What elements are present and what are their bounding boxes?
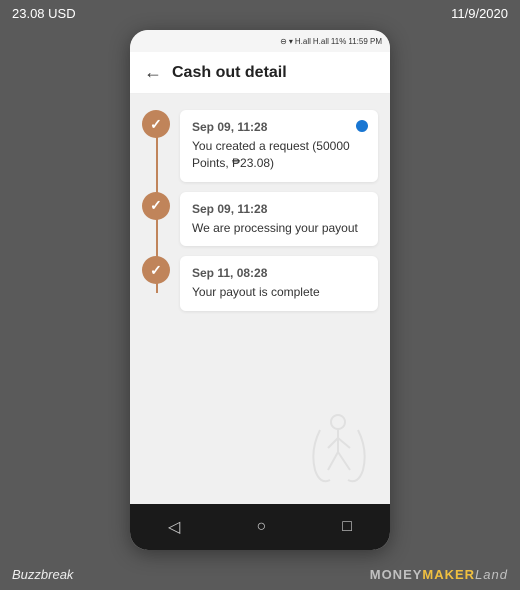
moneymaker-label: MONEYMAKERLand: [370, 567, 508, 582]
overlay-date: 11/9/2020: [451, 6, 508, 21]
status-bar: ⊖ ▾ H.all H.all 11% 11:59 PM: [130, 30, 390, 52]
page-title: Cash out detail: [172, 64, 287, 82]
timeline-dot-2: ✓: [142, 192, 170, 220]
timeline-item-1: ✓ Sep 09, 11:28 You created a request (5…: [142, 110, 378, 182]
timeline-item-3: ✓ Sep 11, 08:28 Your payout is complete: [142, 256, 378, 311]
nav-bar: ◁ ○ □: [130, 504, 390, 550]
battery-icon: 11%: [331, 37, 346, 46]
card-text-1: You created a request (50000Points, ₱23.…: [192, 138, 366, 172]
nav-home-button[interactable]: ○: [256, 518, 266, 536]
money-text: MONEY: [370, 567, 423, 582]
timeline: ✓ Sep 09, 11:28 You created a request (5…: [142, 110, 378, 311]
bottom-labels: Buzzbreak MONEYMAKERLand: [0, 563, 520, 586]
signal-icon2: H.all: [313, 37, 329, 46]
back-button[interactable]: ←: [144, 62, 162, 83]
card-text-2: We are processing your payout: [192, 220, 366, 237]
watermark: [300, 410, 380, 495]
timeline-card-2: Sep 09, 11:28 We are processing your pay…: [180, 192, 378, 247]
card-time-2: Sep 09, 11:28: [192, 202, 366, 216]
nav-recent-button[interactable]: □: [342, 518, 352, 536]
wifi-icon: ▾: [289, 37, 293, 46]
card-time-1: Sep 09, 11:28: [192, 120, 366, 134]
overlay-amount: 23.08 USD: [12, 6, 76, 21]
timeline-card-1: Sep 09, 11:28 You created a request (500…: [180, 110, 378, 182]
card-text-3: Your payout is complete: [192, 284, 366, 301]
timeline-card-3: Sep 11, 08:28 Your payout is complete: [180, 256, 378, 311]
time-display: 11:59 PM: [348, 37, 382, 46]
land-text: Land: [475, 567, 508, 582]
check-icon-2: ✓: [150, 197, 162, 214]
nav-back-button[interactable]: ◁: [168, 517, 180, 537]
status-icons: ⊖ ▾ H.all H.all 11% 11:59 PM: [280, 37, 382, 46]
check-icon-1: ✓: [150, 116, 162, 133]
blue-dot-indicator: [356, 120, 368, 132]
timeline-dot-1: ✓: [142, 110, 170, 138]
signal-icon: H.all: [295, 37, 311, 46]
card-time-3: Sep 11, 08:28: [192, 266, 366, 280]
sim-icon: ⊖: [280, 37, 287, 46]
check-icon-3: ✓: [150, 262, 162, 279]
timeline-item-2: ✓ Sep 09, 11:28 We are processing your p…: [142, 192, 378, 247]
maker-text: MAKER: [422, 567, 475, 582]
buzzbreak-label: Buzzbreak: [12, 567, 73, 582]
page-header: ← Cash out detail: [130, 52, 390, 94]
timeline-dot-3: ✓: [142, 256, 170, 284]
